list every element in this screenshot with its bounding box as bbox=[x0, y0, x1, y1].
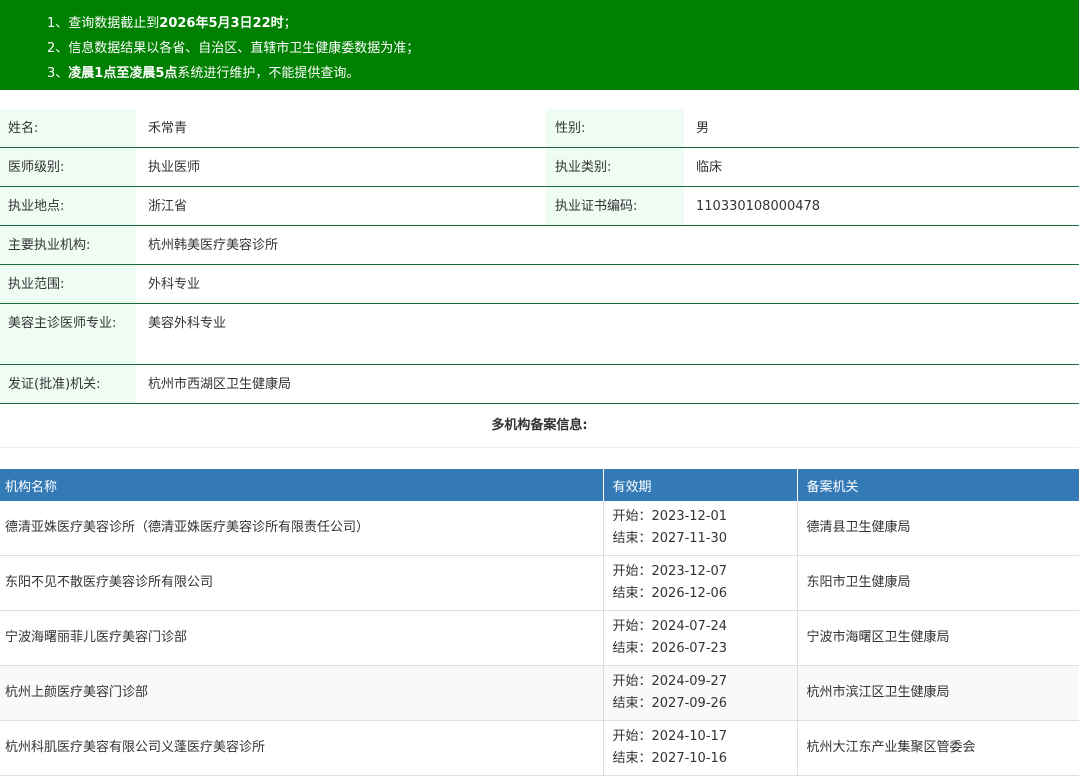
validity-end: 结束：2026-07-23 bbox=[612, 641, 728, 656]
location-value: 浙江省 bbox=[148, 199, 188, 214]
issuer-value: 杭州市西湖区卫生健康局 bbox=[148, 377, 292, 392]
scope-value: 外科专业 bbox=[148, 277, 201, 292]
info-row-name: 姓名: 禾常青 性别: 男 bbox=[0, 109, 1079, 148]
validity-end: 结束：2027-11-30 bbox=[612, 531, 728, 546]
validity-end: 结束：2027-10-16 bbox=[612, 751, 728, 766]
authority-cell: 宁波市海曙区卫生健康局 bbox=[797, 610, 1079, 666]
validity-cell: 开始：2023-12-07 结束：2026-12-06 bbox=[603, 555, 798, 611]
info-row-cosmetic: 美容主诊医师专业: 美容外科专业 bbox=[0, 304, 1079, 365]
gender-label: 性别: bbox=[546, 109, 684, 147]
notice-line-2: 2、信息数据结果以各省、自治区、直辖市卫生健康委数据为准； bbox=[47, 41, 420, 56]
authority-cell: 杭州大江东产业集聚区管委会 bbox=[797, 720, 1079, 776]
table-row: 东阳不见不散医疗美容诊所有限公司 开始：2023-12-07 结束：2026-1… bbox=[0, 555, 1079, 611]
name-label: 姓名: bbox=[0, 109, 136, 147]
table-row: 杭州科肌医疗美容有限公司义蓬医疗美容诊所 开始：2024-10-17 结束：20… bbox=[0, 720, 1079, 776]
notice-text: 3、 bbox=[47, 66, 69, 81]
institution-name-cell: 杭州科肌医疗美容有限公司义蓬医疗美容诊所 bbox=[0, 720, 604, 776]
institution-name-cell: 杭州上颜医疗美容门诊部 bbox=[0, 665, 604, 721]
validity-start: 开始：2023-12-07 bbox=[612, 564, 728, 579]
level-value: 执业医师 bbox=[148, 160, 201, 175]
authority-cell: 德清县卫生健康局 bbox=[797, 501, 1079, 556]
category-label: 执业类别: bbox=[546, 148, 684, 186]
authority-cell: 杭州市滨江区卫生健康局 bbox=[797, 665, 1079, 721]
info-row-level: 医师级别: 执业医师 执业类别: 临床 bbox=[0, 148, 1079, 187]
gender-value: 男 bbox=[696, 121, 710, 136]
info-row-institution: 主要执业机构: 杭州韩美医疗美容诊所 bbox=[0, 226, 1079, 265]
validity-cell: 开始：2023-12-01 结束：2027-11-30 bbox=[603, 501, 798, 556]
notice-date: 2026年5月3日22时 bbox=[159, 16, 284, 31]
institution-name-cell: 东阳不见不散医疗美容诊所有限公司 bbox=[0, 555, 604, 611]
header-validity: 有效期 bbox=[603, 469, 798, 501]
header-authority: 备案机关 bbox=[797, 469, 1079, 501]
info-row-issuer: 发证(批准)机关: 杭州市西湖区卫生健康局 bbox=[0, 365, 1079, 404]
doctor-info-table: 姓名: 禾常青 性别: 男 医师级别: 执业医师 执业类别: 临床 执业地点: … bbox=[0, 109, 1079, 404]
multi-institution-title: 多机构备案信息: bbox=[0, 405, 1079, 448]
scope-label: 执业范围: bbox=[0, 265, 136, 303]
cosmetic-value: 美容外科专业 bbox=[148, 316, 227, 331]
notice-line-1: 1、查询数据截止到2026年5月3日22时； bbox=[47, 11, 1079, 36]
notice-line-3: 3、凌晨1点至凌晨5点系统进行维护，不能提供查询。 bbox=[47, 61, 1079, 86]
cosmetic-label: 美容主诊医师专业: bbox=[0, 304, 136, 364]
authority-cell: 东阳市卫生健康局 bbox=[797, 555, 1079, 611]
validity-start: 开始：2024-07-24 bbox=[612, 619, 728, 634]
name-value: 禾常青 bbox=[148, 121, 188, 136]
institution-value: 杭州韩美医疗美容诊所 bbox=[148, 238, 279, 253]
level-label: 医师级别: bbox=[0, 148, 136, 186]
issuer-label: 发证(批准)机关: bbox=[0, 365, 136, 403]
notice-text: 1、查询数据截止到 bbox=[47, 16, 160, 31]
location-label: 执业地点: bbox=[0, 187, 136, 225]
cert-value: 110330108000478 bbox=[696, 199, 821, 214]
info-row-scope: 执业范围: 外科专业 bbox=[0, 265, 1079, 304]
header-institution-name: 机构名称 bbox=[0, 469, 604, 501]
table-row: 杭州上颜医疗美容门诊部 开始：2024-09-27 结束：2027-09-26 … bbox=[0, 665, 1079, 721]
validity-cell: 开始：2024-09-27 结束：2027-09-26 bbox=[603, 665, 798, 721]
table-row: 德清亚姝医疗美容诊所（德清亚姝医疗美容诊所有限责任公司） 开始：2023-12-… bbox=[0, 501, 1079, 556]
category-value: 临床 bbox=[696, 160, 723, 175]
validity-start: 开始：2024-09-27 bbox=[612, 674, 728, 689]
notice-text: ； bbox=[283, 16, 297, 31]
validity-end: 结束：2026-12-06 bbox=[612, 586, 728, 601]
validity-end: 结束：2027-09-26 bbox=[612, 696, 728, 711]
validity-start: 开始：2023-12-01 bbox=[612, 509, 728, 524]
cert-label: 执业证书编码: bbox=[546, 187, 684, 225]
table-header-row: 机构名称 有效期 备案机关 bbox=[0, 469, 1079, 501]
institution-table: 机构名称 有效期 备案机关 德清亚姝医疗美容诊所（德清亚姝医疗美容诊所有限责任公… bbox=[0, 469, 1079, 776]
notice-maintenance-time: 凌晨1点至凌晨5点 bbox=[68, 66, 178, 81]
notice-banner: 1、查询数据截止到2026年5月3日22时； 2、信息数据结果以各省、自治区、直… bbox=[0, 0, 1079, 90]
institution-name-cell: 宁波海曙丽菲儿医疗美容门诊部 bbox=[0, 610, 604, 666]
validity-cell: 开始：2024-10-17 结束：2027-10-16 bbox=[603, 720, 798, 776]
notice-text: 系统进行维护，不能提供查询。 bbox=[177, 66, 360, 81]
institution-name-cell: 德清亚姝医疗美容诊所（德清亚姝医疗美容诊所有限责任公司） bbox=[0, 501, 604, 556]
info-row-location: 执业地点: 浙江省 执业证书编码: 110330108000478 bbox=[0, 187, 1079, 226]
institution-label: 主要执业机构: bbox=[0, 226, 136, 264]
validity-cell: 开始：2024-07-24 结束：2026-07-23 bbox=[603, 610, 798, 666]
validity-start: 开始：2024-10-17 bbox=[612, 729, 728, 744]
table-row: 宁波海曙丽菲儿医疗美容门诊部 开始：2024-07-24 结束：2026-07-… bbox=[0, 610, 1079, 666]
